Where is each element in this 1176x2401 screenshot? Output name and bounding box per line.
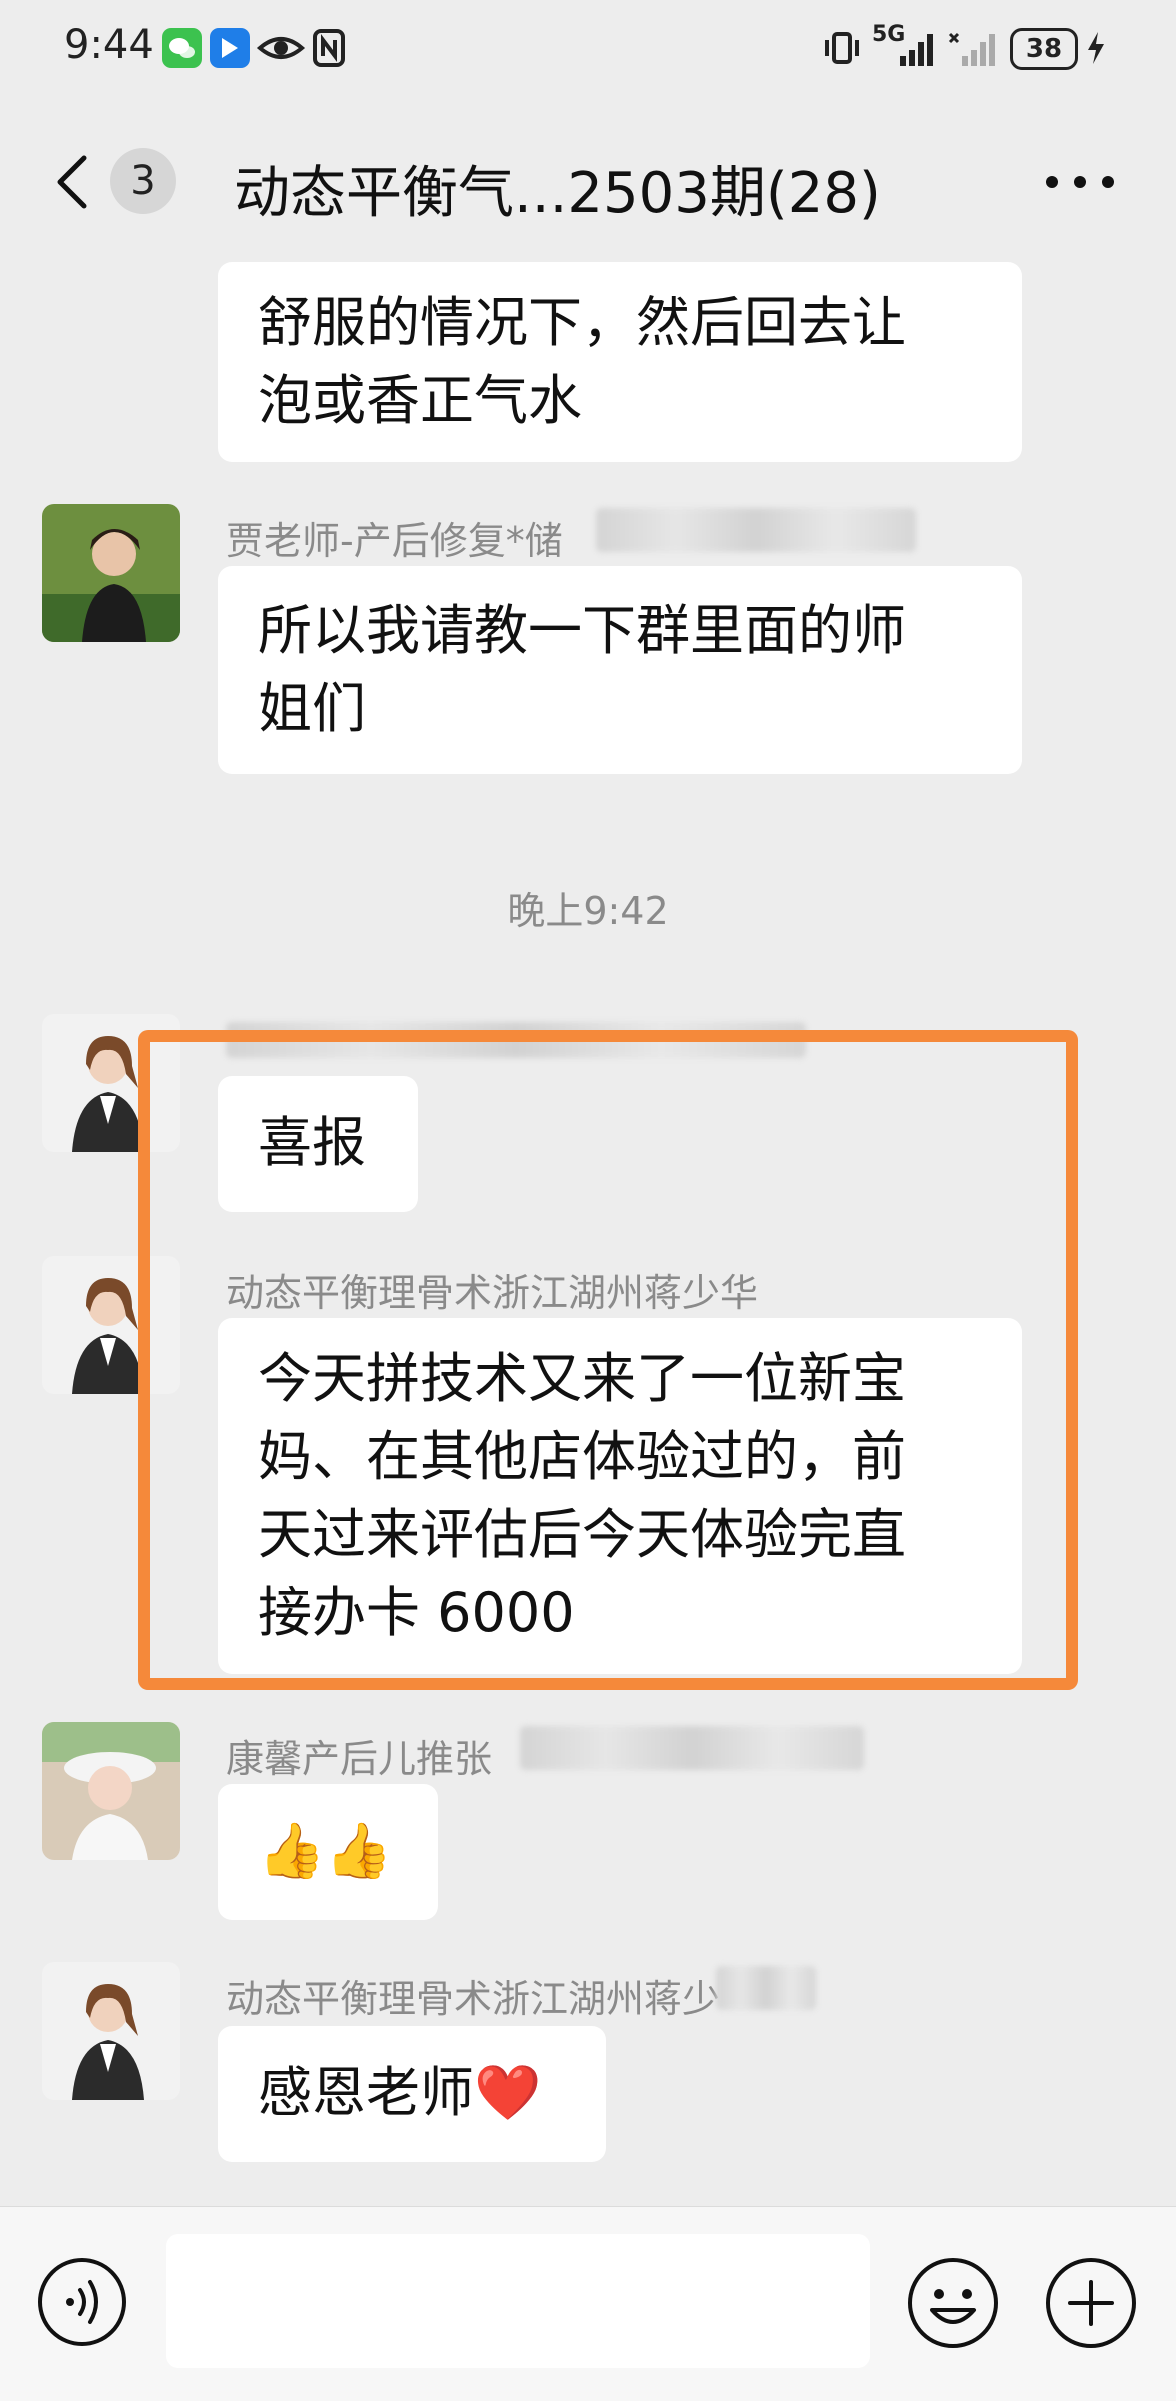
emoji-icon[interactable] xyxy=(906,2256,1000,2350)
message-input[interactable] xyxy=(166,2234,870,2368)
signal-icon xyxy=(898,30,938,66)
wechat-notification-icon xyxy=(162,28,202,68)
message-bubble[interactable]: 舒服的情况下，然后回去让 泡或香正气水 xyxy=(218,262,1022,462)
back-icon[interactable] xyxy=(50,152,96,212)
battery-indicator: 38 xyxy=(1010,28,1078,70)
eye-icon xyxy=(256,30,306,66)
vibrate-icon xyxy=(822,28,862,68)
voice-input-icon[interactable] xyxy=(36,2256,128,2348)
avatar[interactable] xyxy=(42,1722,180,1860)
avatar[interactable] xyxy=(42,1962,180,2100)
unread-count-badge[interactable]: 3 xyxy=(110,148,176,214)
charging-icon xyxy=(1084,30,1108,66)
add-attachment-icon[interactable] xyxy=(1044,2256,1138,2350)
signal-secondary-icon xyxy=(948,30,998,66)
message-bubble[interactable]: 所以我请教一下群里面的师 姐们 xyxy=(218,566,1022,774)
status-time: 9:44 xyxy=(64,22,154,68)
status-bar: 9:44 5G 38 xyxy=(0,0,1176,100)
sender-name: 动态平衡理骨术浙江湖州蒋少 xyxy=(226,1977,721,2021)
sender-name: 贾老师-产后修复*储 xyxy=(226,519,563,563)
avatar[interactable] xyxy=(42,504,180,642)
highlight-annotation-box xyxy=(138,1030,1078,1690)
sender-name: 康馨产后儿推张 xyxy=(226,1737,493,1781)
message-text: 感恩老师❤️ xyxy=(258,2061,542,2124)
redacted-name-blur xyxy=(596,508,916,552)
time-separator: 晚上9:42 xyxy=(507,889,669,933)
chat-title: 动态平衡气...2503期(28) xyxy=(234,161,881,226)
message-bubble[interactable]: 感恩老师❤️ xyxy=(218,2026,606,2162)
app-notification-icon xyxy=(210,28,250,68)
message-text: 👍👍 xyxy=(258,1819,393,1882)
message-text: 舒服的情况下，然后回去让 泡或香正气水 xyxy=(258,291,906,432)
more-options-icon[interactable] xyxy=(1040,162,1120,202)
redacted-name-blur xyxy=(520,1726,864,1770)
message-bubble[interactable]: 👍👍 xyxy=(218,1784,438,1920)
nfc-icon xyxy=(312,28,346,68)
message-text: 所以我请教一下群里面的师 姐们 xyxy=(258,599,906,740)
redacted-name-blur xyxy=(716,1966,816,2010)
